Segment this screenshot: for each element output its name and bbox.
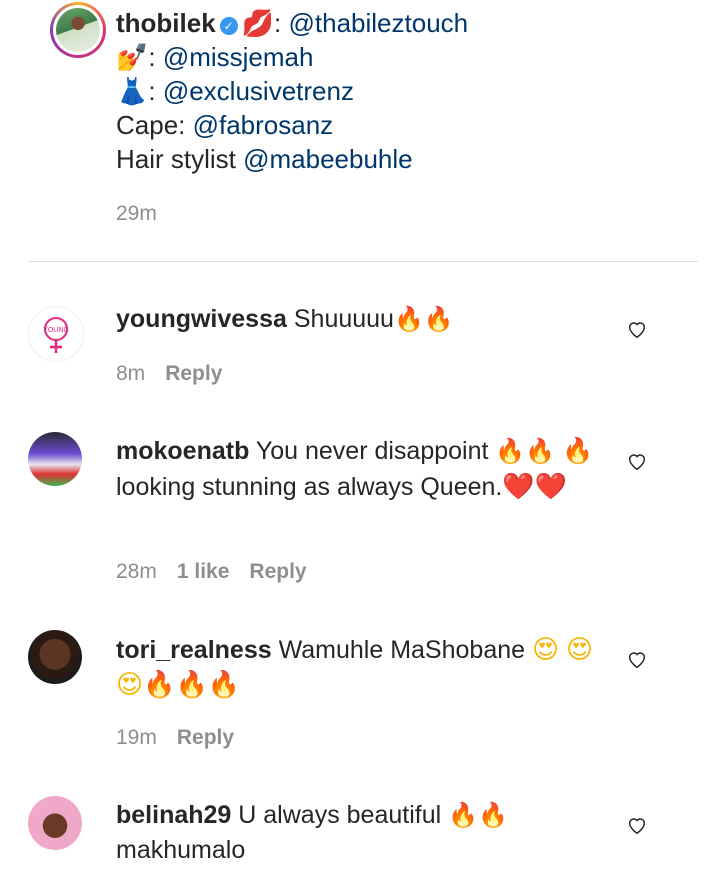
comment-body: U always beautiful — [238, 801, 442, 829]
mention-link[interactable]: @mabeebuhle — [243, 144, 413, 174]
comment-emojis-end: ❤️❤️ — [502, 471, 568, 501]
commenter-avatar[interactable] — [28, 630, 82, 684]
comment-username[interactable]: belinah29 — [116, 801, 231, 829]
caption-avatar[interactable] — [50, 2, 106, 58]
comment-username[interactable]: tori_realness — [116, 636, 272, 664]
comment-text: youngwivessa Shuuuuu🔥🔥 — [116, 302, 596, 337]
caption-text: thobilek ✓ 💋: @thabileztouch 💅: @missjemah… — [116, 6, 468, 176]
comment-meta: 8m Reply — [116, 362, 242, 386]
svg-text:YOUNG: YOUNG — [43, 327, 69, 334]
comment-emojis: 🔥🔥 — [393, 306, 454, 333]
comment-body: Shuuuuu — [293, 305, 394, 333]
mention-link[interactable]: @fabrosanz — [193, 110, 334, 140]
caption-username[interactable]: thobilek — [116, 8, 216, 38]
caption-line-prefix: 💋: — [241, 8, 289, 38]
comment-text: belinah29 U always beautiful 🔥🔥 makhumal… — [116, 798, 596, 867]
heart-outline-icon[interactable] — [626, 814, 648, 836]
heart-outline-icon[interactable] — [626, 648, 648, 670]
commenter-avatar[interactable] — [28, 432, 82, 486]
caption-line-prefix: Cape: — [116, 110, 193, 140]
mention-link[interactable]: @exclusivetrenz — [163, 76, 354, 106]
comment-text: mokoenatb You never disappoint 🔥🔥 🔥looki… — [116, 434, 606, 504]
comment-body: You never disappoint — [255, 437, 489, 465]
caption-line-prefix: Hair stylist — [116, 144, 244, 174]
comment-body-continued: makhumalo — [116, 836, 246, 864]
reply-button[interactable]: Reply — [177, 726, 234, 749]
heart-outline-icon[interactable] — [626, 318, 648, 340]
commenter-avatar[interactable]: YOUNG — [28, 306, 84, 362]
caption-timestamp: 29m — [116, 202, 157, 225]
comment-text: tori_realness Wamuhle MaShobane 😍 😍😍🔥🔥🔥 — [116, 632, 596, 702]
verified-badge-icon: ✓ — [219, 17, 238, 35]
comment-username[interactable]: youngwivessa — [116, 305, 287, 333]
comment-timestamp: 19m — [116, 726, 157, 749]
reply-button[interactable]: Reply — [249, 560, 306, 583]
comment-emojis: 🔥🔥 — [495, 438, 556, 465]
comment-body: Wamuhle MaShobane — [278, 636, 526, 664]
comment-timestamp: 8m — [116, 362, 146, 385]
likes-count[interactable]: 1 like — [177, 560, 230, 583]
caption-line-prefix: 👗: — [116, 76, 163, 106]
comment-username[interactable]: mokoenatb — [116, 437, 249, 465]
commenter-avatar[interactable] — [28, 796, 82, 850]
comment-emojis: 😍 — [531, 634, 560, 664]
post-caption: thobilek ✓ 💋: @thabileztouch 💅: @missjemah… — [28, 0, 698, 262]
reply-button[interactable]: Reply — [165, 362, 222, 385]
comment-meta: 28m 1 like Reply — [116, 560, 327, 584]
comment-meta: 19m Reply — [116, 726, 254, 750]
heart-outline-icon[interactable] — [626, 450, 648, 472]
comment-timestamp: 28m — [116, 560, 157, 583]
mention-link[interactable]: @thabileztouch — [289, 8, 469, 38]
comment-emojis: 🔥🔥 — [448, 802, 508, 829]
mention-link[interactable]: @missjemah — [163, 42, 314, 72]
caption-line-prefix: 💅: — [116, 42, 163, 72]
